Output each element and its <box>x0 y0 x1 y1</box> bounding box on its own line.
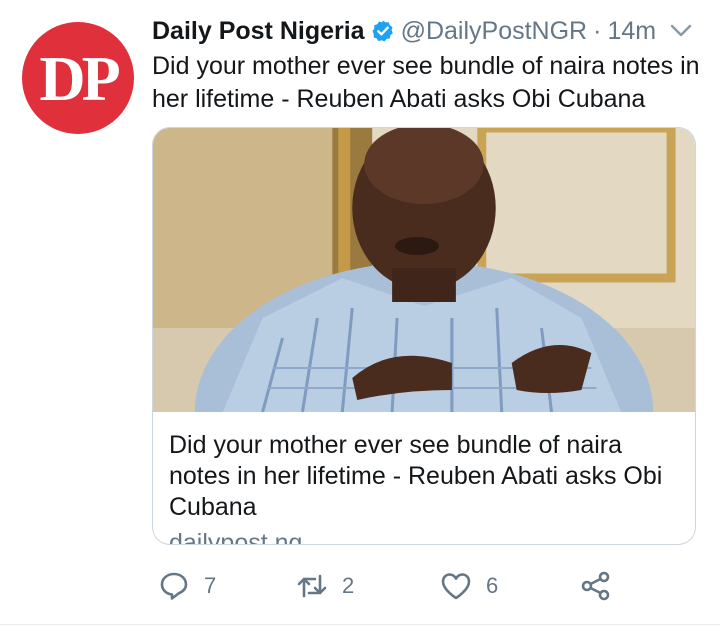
handle[interactable]: @DailyPostNGR <box>401 17 588 46</box>
separator-dot: · <box>593 16 602 45</box>
tweet-header: Daily Post Nigeria @DailyPostNGR · 14m <box>152 14 700 48</box>
timestamp[interactable]: 14m <box>607 17 656 46</box>
retweet-icon <box>297 574 327 598</box>
avatar-logo-text: DP <box>39 43 120 114</box>
tweet-actions: 7 2 6 <box>152 566 700 606</box>
verified-badge-icon <box>372 20 393 42</box>
chevron-down-icon[interactable] <box>670 24 692 38</box>
divider <box>0 624 720 625</box>
display-name[interactable]: Daily Post Nigeria <box>152 17 365 46</box>
link-card[interactable]: Did your mother ever see bundle of naira… <box>152 127 696 545</box>
reply-count: 7 <box>204 573 217 598</box>
card-image <box>153 128 695 412</box>
tweet-content: Daily Post Nigeria @DailyPostNGR · 14m D… <box>152 14 700 116</box>
like-icon <box>441 573 471 600</box>
tweet-text: Did your mother ever see bundle of naira… <box>152 52 700 113</box>
retweet-count: 2 <box>342 573 355 598</box>
share-icon <box>581 571 610 601</box>
reply-button[interactable]: 7 <box>158 566 216 606</box>
like-button[interactable]: 6 <box>440 566 498 606</box>
card-body: Did your mother ever see bundle of naira… <box>153 412 695 545</box>
reply-icon <box>160 572 188 600</box>
retweet-button[interactable]: 2 <box>296 566 354 606</box>
card-domain: dailypost.ng <box>169 529 303 545</box>
share-button[interactable] <box>580 566 612 606</box>
avatar[interactable]: DP <box>22 22 134 134</box>
card-title: Did your mother ever see bundle of naira… <box>169 431 663 521</box>
like-count: 6 <box>486 573 499 598</box>
